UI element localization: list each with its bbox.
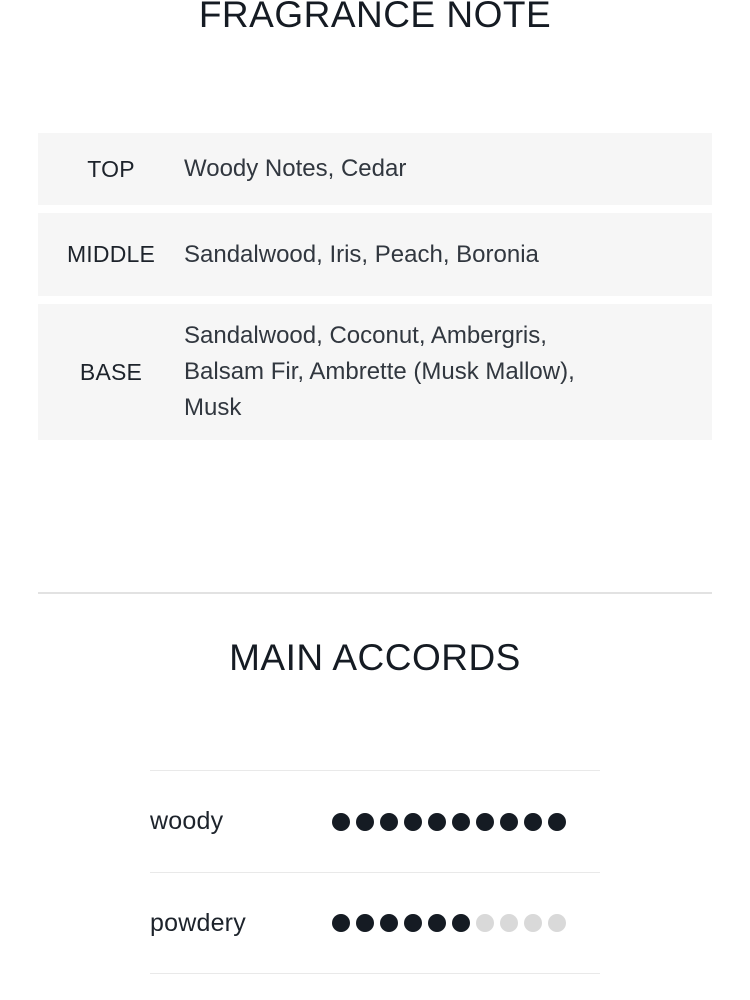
rating-dot-filled	[428, 812, 446, 831]
rating-dot-empty	[500, 914, 518, 932]
rating-dot-filled	[404, 914, 422, 932]
rating-dot-filled	[476, 812, 494, 831]
rating-dot-filled	[332, 812, 350, 831]
rating-dot-filled	[452, 914, 470, 932]
rating-dot-filled	[500, 812, 518, 831]
rating-dot-filled	[356, 812, 374, 831]
table-row: TOP Woody Notes, Cedar	[38, 133, 712, 205]
rating-dot-filled	[356, 914, 374, 932]
list-item: woody	[150, 770, 600, 872]
note-label-middle: MIDDLE	[66, 241, 156, 267]
rating-dot-filled	[380, 812, 398, 831]
accord-label-powdery: powdery	[150, 908, 246, 937]
rating-dot-empty	[548, 914, 566, 932]
rating-dot-filled	[380, 914, 398, 932]
fragrance-detail-page: FRAGRANCE NOTE TOP Woody Notes, Cedar MI…	[0, 0, 750, 1000]
note-value-base: Sandalwood, Coconut, Ambergris, Balsam F…	[184, 322, 575, 421]
main-accords-list: woody powdery	[150, 770, 600, 974]
note-label-base: BASE	[79, 358, 143, 385]
table-row: BASE Sandalwood, Coconut, Ambergris, Bal…	[38, 304, 712, 440]
note-value-top: Woody Notes, Cedar	[184, 155, 407, 182]
rating-dot-filled	[404, 812, 422, 831]
list-item: powdery	[150, 872, 600, 974]
accord-rating-powdery	[332, 914, 566, 932]
table-row: MIDDLE Sandalwood, Iris, Peach, Boronia	[38, 213, 712, 296]
accord-label-woody: woody	[150, 807, 224, 835]
fragrance-note-heading: FRAGRANCE NOTE	[198, 0, 552, 35]
accord-rating-woody	[332, 812, 566, 831]
rating-dot-filled	[428, 914, 446, 932]
rating-dot-filled	[524, 812, 542, 831]
rating-dot-filled	[332, 914, 350, 932]
main-accords-heading: MAIN ACCORDS	[229, 637, 521, 678]
fragrance-note-table: TOP Woody Notes, Cedar MIDDLE Sandalwood…	[38, 133, 712, 448]
rating-dot-filled	[548, 812, 566, 831]
note-value-middle: Sandalwood, Iris, Peach, Boronia	[184, 240, 539, 268]
section-divider	[38, 592, 712, 594]
note-label-top: TOP	[87, 155, 135, 182]
rating-dot-filled	[452, 812, 470, 831]
rating-dot-empty	[476, 914, 494, 932]
rating-dot-empty	[524, 914, 542, 932]
